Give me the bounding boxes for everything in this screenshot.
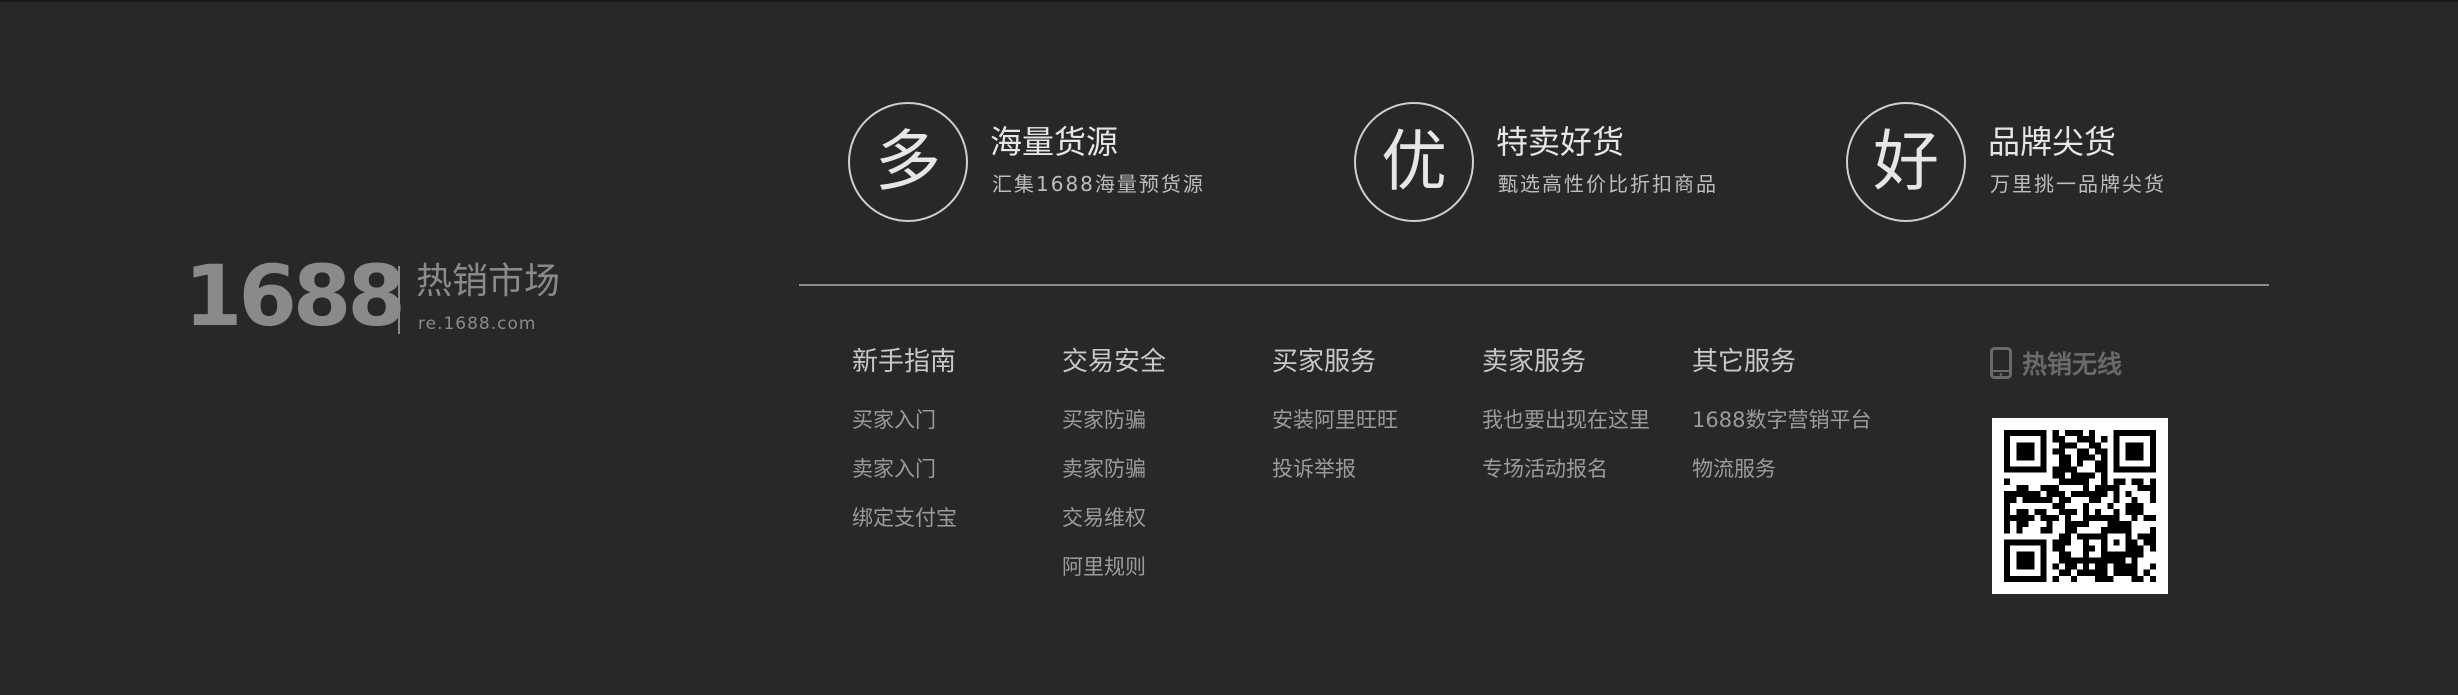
footer-column-buyer-service: 买家服务 安装阿里旺旺 投诉举报 <box>1272 346 1398 504</box>
feature-subtitle: 汇集1688海量预货源 <box>992 172 1205 196</box>
feature-subtitle: 万里挑一品牌尖货 <box>1990 172 2166 196</box>
feature-title: 品牌尖货 <box>1988 123 2117 161</box>
feature-title: 特卖好货 <box>1496 123 1625 161</box>
footer-link[interactable]: 卖家入门 <box>852 455 957 483</box>
footer-link[interactable]: 绑定支付宝 <box>852 504 957 532</box>
footer-link[interactable]: 安装阿里旺旺 <box>1272 406 1398 434</box>
brand-name: 热销市场 <box>416 261 561 302</box>
footer-link[interactable]: 物流服务 <box>1692 455 1871 483</box>
footer-link[interactable]: 我也要出现在这里 <box>1482 406 1650 434</box>
footer-link[interactable]: 交易维权 <box>1062 504 1166 532</box>
mobile-title: 热销无线 <box>2022 350 2123 379</box>
footer-column-trade-safety: 交易安全 买家防骗 卖家防骗 交易维权 阿里规则 <box>1062 346 1166 602</box>
column-title: 买家服务 <box>1272 347 1377 377</box>
footer-divider <box>799 284 2269 286</box>
footer-link[interactable]: 阿里规则 <box>1062 553 1166 581</box>
footer-column-seller-service: 卖家服务 我也要出现在这里 专场活动报名 <box>1482 346 1650 504</box>
column-title: 交易安全 <box>1062 347 1167 377</box>
footer-link[interactable]: 卖家防骗 <box>1062 455 1166 483</box>
feature-subtitle: 甄选高性价比折扣商品 <box>1498 172 1718 196</box>
feature-badge: 优 <box>1354 102 1474 222</box>
footer-link[interactable]: 投诉举报 <box>1272 455 1398 483</box>
column-title: 新手指南 <box>852 347 957 377</box>
brand-divider <box>398 266 400 334</box>
feature-title: 海量货源 <box>990 123 1119 161</box>
column-title: 其它服务 <box>1692 347 1797 377</box>
footer-link[interactable]: 买家防骗 <box>1062 406 1166 434</box>
brand-logo[interactable]: 1688 热销市场 re.1688.com <box>184 254 584 342</box>
feature-badge: 多 <box>848 102 968 222</box>
brand-number: 1688 <box>184 247 406 345</box>
footer-column-beginner-guide: 新手指南 买家入门 卖家入门 绑定支付宝 <box>852 346 957 553</box>
footer-link[interactable]: 专场活动报名 <box>1482 455 1650 483</box>
brand-url: re.1688.com <box>418 314 537 334</box>
footer-column-other-services: 其它服务 1688数字营销平台 物流服务 <box>1692 346 1871 504</box>
mobile-header[interactable]: 热销无线 <box>1990 346 2122 380</box>
feature-badge: 好 <box>1846 102 1966 222</box>
top-border <box>0 0 2458 2</box>
footer-link[interactable]: 买家入门 <box>852 406 957 434</box>
mobile-section: 热销无线 <box>1990 346 2122 380</box>
footer-link[interactable]: 1688数字营销平台 <box>1692 406 1871 434</box>
column-title: 卖家服务 <box>1482 347 1587 377</box>
qr-code <box>1992 418 2168 594</box>
phone-icon <box>1990 347 2012 379</box>
